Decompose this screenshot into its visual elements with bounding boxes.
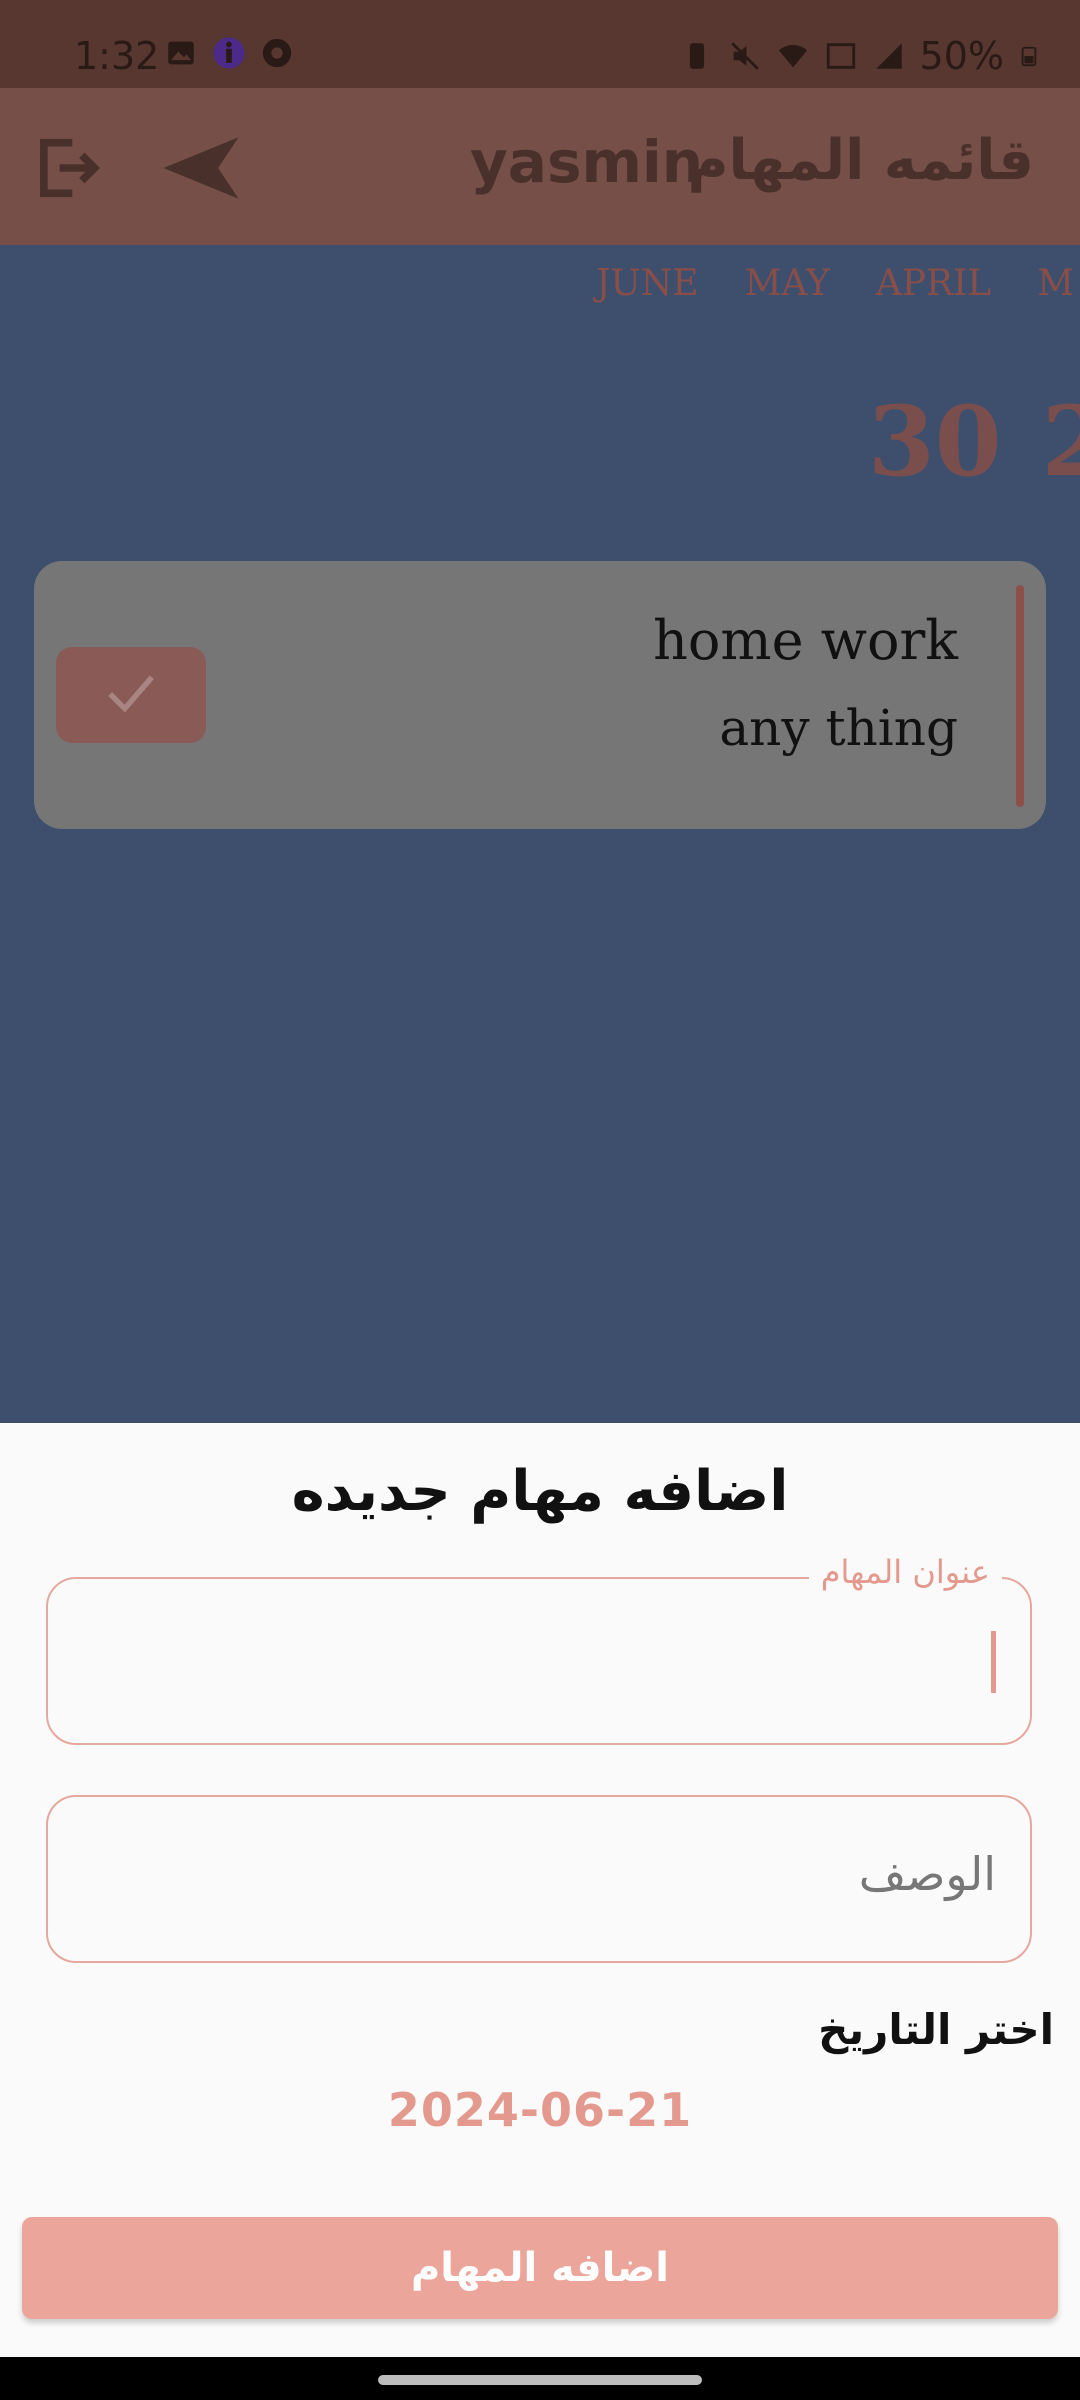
task-accent-bar <box>1016 585 1024 807</box>
day-item[interactable]: 30 <box>868 385 1002 498</box>
accessibility-icon <box>213 37 245 69</box>
main-content: JUNE MAY APRIL M 30 2 home work any thin… <box>0 245 1080 1423</box>
chrome-icon <box>262 38 292 68</box>
home-gesture-handle[interactable] <box>378 2375 702 2385</box>
task-title-input[interactable]: عنوان المهام <box>46 1553 1032 1745</box>
logout-icon[interactable] <box>28 130 104 206</box>
battery-saver-icon <box>689 43 704 69</box>
battery-icon <box>1021 46 1037 67</box>
signal-icon <box>875 43 902 69</box>
day-selector: 30 2 <box>868 385 1080 498</box>
date-label: اختر التاريخ <box>818 2005 1054 2054</box>
task-card[interactable]: home work any thing <box>34 561 1046 829</box>
send-icon[interactable] <box>160 132 242 204</box>
sheet-title: اضافه مهام جديده <box>291 1459 789 1524</box>
battery-percent: 50% <box>919 34 1004 78</box>
task-title: home work <box>653 609 958 672</box>
status-bar: 1:32 50% <box>0 0 1080 88</box>
task-description: any thing <box>719 699 958 757</box>
mute-icon <box>730 42 759 70</box>
date-picker-value[interactable]: 2024-06-21 <box>0 2083 1080 2137</box>
month-item[interactable]: APRIL <box>876 263 991 304</box>
wifi-icon <box>778 44 807 68</box>
month-item[interactable]: JUNE <box>596 263 699 304</box>
add-task-sheet: اضافه مهام جديده عنوان المهام الوصف اختر… <box>0 1423 1080 2357</box>
check-icon <box>108 675 154 713</box>
day-item[interactable]: 2 <box>1042 385 1080 498</box>
task-title-label: عنوان المهام <box>808 1553 1002 1591</box>
month-item[interactable]: M <box>1037 263 1074 304</box>
username: yasmin <box>470 128 704 196</box>
month-item[interactable]: MAY <box>745 263 830 304</box>
month-selector: JUNE MAY APRIL M <box>596 263 1074 304</box>
app-bar: yasmin قائمه المهام <box>0 88 1080 245</box>
add-task-button[interactable]: اضافه المهام <box>22 2217 1058 2319</box>
task-description-input[interactable]: الوصف <box>46 1795 1032 1963</box>
image-icon <box>168 41 194 65</box>
page-title: قائمه المهام <box>687 128 1034 193</box>
text-cursor <box>991 1631 996 1693</box>
volte-icon <box>826 43 855 69</box>
description-placeholder: الوصف <box>858 1847 996 1901</box>
navigation-bar <box>0 2357 1080 2400</box>
mark-done-button[interactable] <box>56 647 206 743</box>
status-time: 1:32 <box>74 34 160 78</box>
